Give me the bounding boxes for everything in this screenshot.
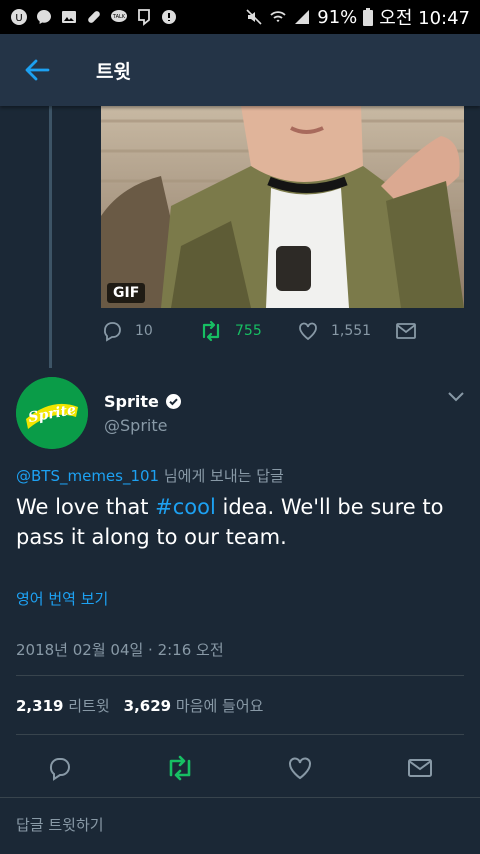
replying-to-mention[interactable]: @BTS_memes_101 — [16, 467, 159, 485]
hashtag-link[interactable]: #cool — [155, 495, 216, 519]
retweet-label: 리트윗 — [68, 697, 110, 715]
gif-badge: GIF — [107, 283, 146, 303]
like-label: 마음에 들어요 — [175, 697, 264, 715]
mute-icon — [246, 9, 262, 25]
shield-icon — [162, 10, 176, 24]
page-title: 트윗 — [96, 60, 131, 83]
tweet-text-before: We love that — [16, 495, 156, 519]
translate-link[interactable]: 영어 번역 보기 — [16, 588, 108, 609]
svg-text:U: U — [15, 13, 22, 24]
wifi-icon — [270, 11, 286, 22]
author-row: Sprite — [104, 392, 182, 411]
arrow-left-icon — [25, 59, 50, 81]
parent-like-count: 1,551 — [331, 323, 372, 339]
battery-icon — [363, 8, 374, 26]
dm-button[interactable] — [400, 748, 440, 788]
tweet-timestamp: 2018년 02월 04일 · 2:16 오전 — [16, 641, 224, 659]
replying-to-suffix: 님에게 보내는 답글 — [159, 467, 284, 485]
gif-media[interactable]: GIF — [101, 106, 464, 308]
reply-icon — [49, 758, 70, 781]
sprite-logo-icon: Sprite — [16, 377, 88, 449]
parent-tweet-actions: 10 755 1,551 — [101, 320, 464, 352]
reply-icon — [104, 322, 121, 342]
chevron-down-icon — [448, 392, 464, 402]
reply-composer-bar[interactable]: 답글 트윗하기 — [0, 797, 480, 854]
tweet-menu-button[interactable] — [446, 388, 466, 407]
parent-retweet-count: 755 — [235, 323, 262, 339]
reply-button[interactable] — [40, 748, 80, 788]
mail-icon — [396, 323, 416, 339]
notification-icons: U TALK — [10, 8, 178, 26]
retweet-icon — [202, 320, 220, 342]
retweet-stat[interactable]: 2,319 리트윗 — [16, 695, 110, 716]
retweet-count: 2,319 — [16, 697, 64, 715]
link-icon — [88, 11, 100, 23]
back-button[interactable] — [14, 47, 60, 93]
parent-reply-count: 10 — [135, 323, 153, 339]
heart-icon — [299, 322, 317, 341]
like-count: 3,629 — [123, 697, 172, 715]
author-handle[interactable]: @Sprite — [104, 416, 167, 435]
divider — [16, 734, 464, 735]
app-bar: 트윗 — [0, 34, 480, 106]
tweet-stats: 2,319 리트윗 3,629 마음에 들어요 — [16, 695, 263, 716]
parent-retweet-button[interactable]: 755 — [199, 320, 262, 342]
heart-icon — [289, 757, 311, 780]
parent-reply-button[interactable]: 10 — [101, 320, 153, 342]
retweet-icon — [169, 755, 191, 781]
flag-icon — [138, 9, 150, 26]
like-button[interactable] — [280, 748, 320, 788]
replying-to: @BTS_memes_101 님에게 보내는 답글 — [16, 465, 284, 486]
retweet-button[interactable] — [160, 748, 200, 788]
svg-text:TALK: TALK — [112, 14, 126, 20]
notification-icon: U — [11, 9, 27, 25]
gif-thumbnail — [101, 106, 464, 308]
verified-badge-icon — [165, 394, 181, 409]
status-bar: U TALK 91% 오전 10:47 — [0, 0, 480, 34]
divider — [16, 675, 464, 676]
like-stat[interactable]: 3,629 마음에 들어요 — [124, 695, 264, 716]
tweet-text: We love that #cool idea. We'll be sure t… — [16, 492, 456, 552]
author-name[interactable]: Sprite — [104, 392, 159, 411]
avatar[interactable]: Sprite — [16, 377, 88, 449]
thread-connector-line — [49, 106, 52, 368]
battery-percent: 91% — [317, 6, 358, 28]
tweet-actions — [0, 748, 480, 788]
reply-input-placeholder[interactable]: 답글 트윗하기 — [16, 814, 104, 835]
parent-like-button[interactable]: 1,551 — [297, 320, 371, 342]
signal-icon — [295, 10, 310, 24]
mail-icon — [408, 759, 432, 777]
talk-icon: TALK — [111, 10, 127, 22]
clock: 오전 10:47 — [379, 8, 470, 29]
gallery-icon — [62, 11, 76, 23]
parent-dm-button[interactable] — [395, 320, 417, 342]
messenger-icon — [37, 10, 51, 24]
